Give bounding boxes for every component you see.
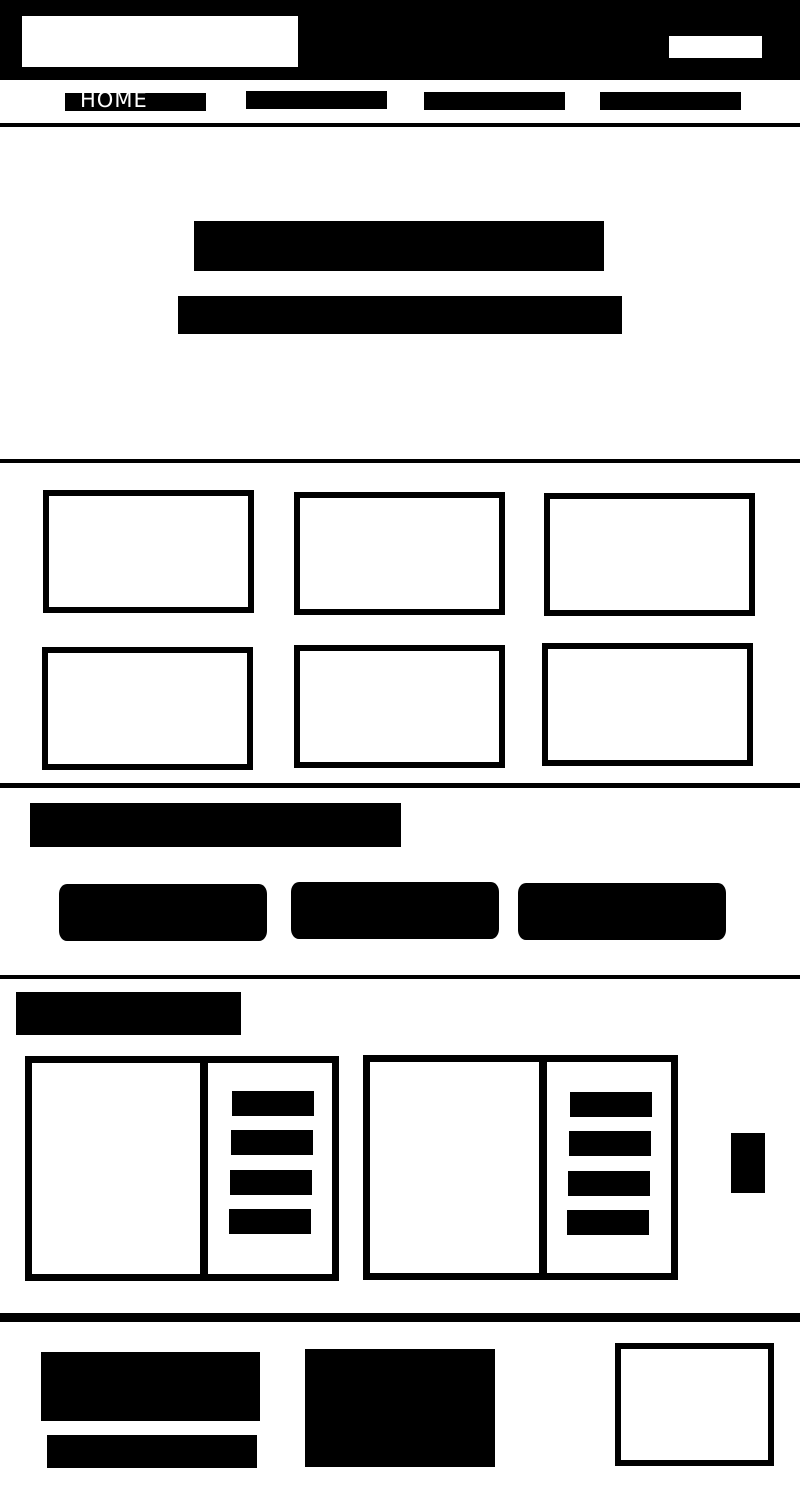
nav-item-2[interactable]: [246, 91, 387, 109]
footer-block-1: [41, 1352, 260, 1421]
pills-divider: [0, 975, 800, 979]
section-heading-placeholder: [30, 803, 401, 847]
feature-card-2-line-3: [568, 1171, 650, 1196]
hero-title-placeholder: [194, 221, 604, 271]
feature-card-2[interactable]: [363, 1055, 678, 1280]
card-2[interactable]: [294, 492, 505, 615]
feature-heading-placeholder: [16, 992, 241, 1035]
footer-divider: [0, 1313, 800, 1322]
feature-card-1-divider: [200, 1056, 208, 1281]
header-action-button[interactable]: [669, 36, 762, 58]
feature-card-2-line-2: [569, 1131, 651, 1156]
nav-item-4[interactable]: [600, 92, 741, 110]
pill-button-2[interactable]: [291, 882, 499, 939]
nav-divider: [0, 123, 800, 127]
footer-block-2: [305, 1349, 495, 1467]
hero-divider: [0, 459, 800, 463]
feature-card-1[interactable]: [25, 1056, 339, 1281]
footer-box-3[interactable]: [615, 1343, 774, 1466]
pill-button-3[interactable]: [518, 883, 726, 940]
logo-placeholder[interactable]: [22, 16, 298, 67]
card-1[interactable]: [43, 490, 254, 613]
pill-button-1[interactable]: [59, 884, 267, 941]
cards-divider: [0, 783, 800, 788]
card-3[interactable]: [544, 493, 755, 616]
card-4[interactable]: [42, 647, 253, 770]
card-6[interactable]: [542, 643, 753, 766]
hero-subtitle-placeholder: [178, 296, 622, 334]
feature-card-2-line-4: [567, 1210, 649, 1235]
feature-card-1-line-3: [230, 1170, 312, 1195]
card-5[interactable]: [294, 645, 505, 768]
nav-item-home-label: HOME: [80, 88, 148, 112]
carousel-next-button[interactable]: [731, 1133, 765, 1193]
feature-card-1-line-2: [231, 1130, 313, 1155]
feature-card-1-line-1: [232, 1091, 314, 1116]
feature-card-2-line-1: [570, 1092, 652, 1117]
nav-item-3[interactable]: [424, 92, 565, 110]
feature-card-2-divider: [539, 1055, 547, 1280]
feature-card-1-line-4: [229, 1209, 311, 1234]
footer-line-1[interactable]: [47, 1435, 257, 1468]
